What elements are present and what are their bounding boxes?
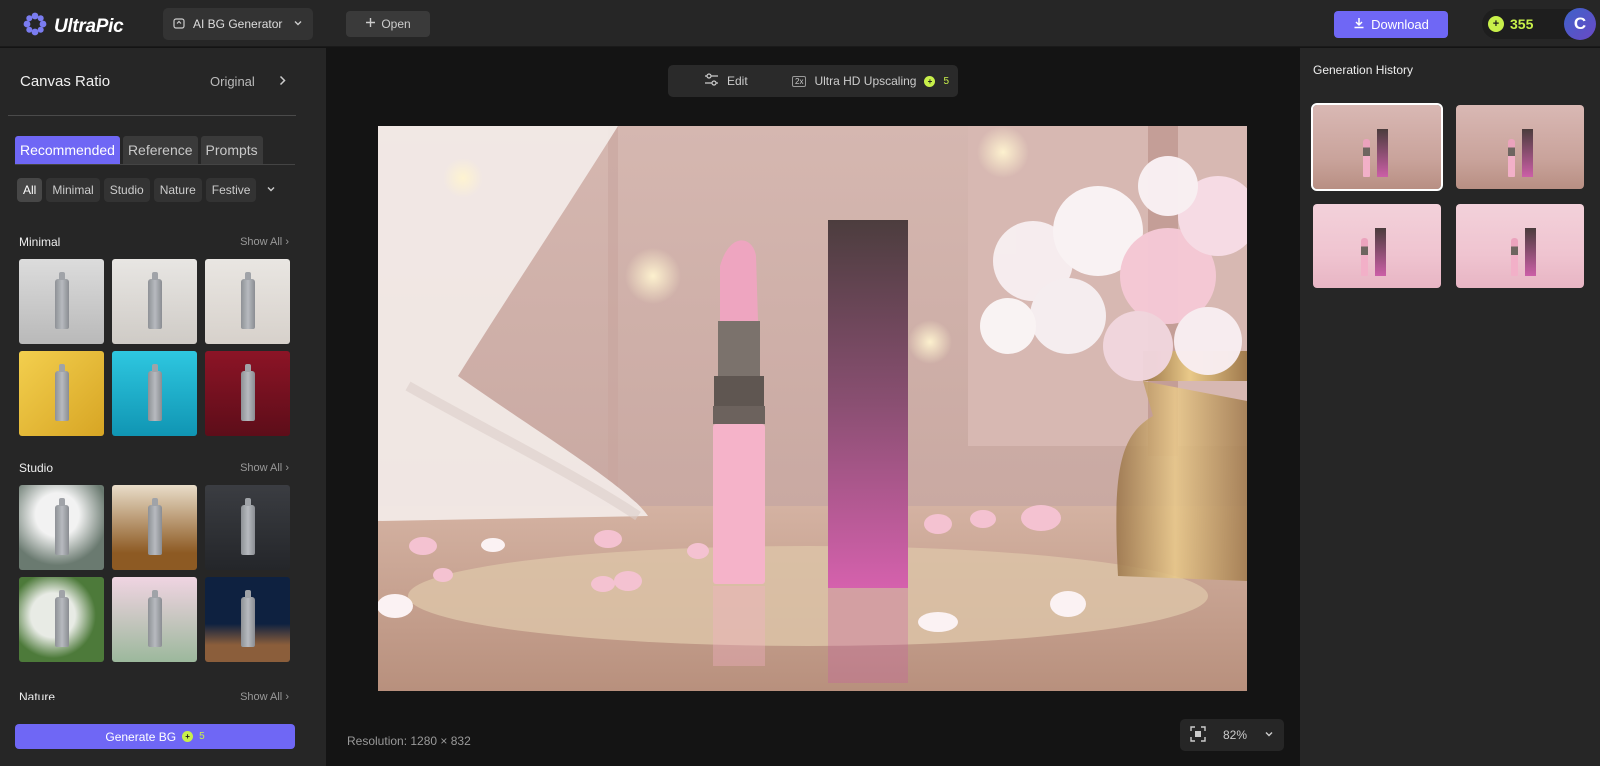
- credit-icon: +: [182, 731, 194, 742]
- template-thumbnail[interactable]: [112, 577, 197, 662]
- section-studio: Studio Show All ›: [19, 459, 290, 662]
- download-button[interactable]: Download: [1334, 11, 1448, 38]
- section-title: Studio: [19, 461, 54, 475]
- logo-icon: [22, 11, 48, 42]
- chip-festive[interactable]: Festive: [205, 178, 257, 202]
- credit-icon: +: [924, 75, 936, 87]
- show-all-link[interactable]: Show All ›: [240, 462, 289, 474]
- chip-nature[interactable]: Nature: [153, 178, 202, 202]
- logo[interactable]: UltraPic: [22, 11, 124, 42]
- template-thumbnail[interactable]: [112, 259, 197, 344]
- zoom-control[interactable]: 82%: [1180, 719, 1284, 751]
- upscale-cost: 5: [943, 75, 950, 87]
- chip-all[interactable]: All: [17, 178, 43, 202]
- generate-cost: 5: [199, 731, 205, 742]
- history-thumbnail[interactable]: [1311, 103, 1443, 191]
- tool-selector[interactable]: AI BG Generator: [163, 8, 313, 40]
- zoom-value: 82%: [1223, 728, 1248, 742]
- canvas-ratio-row[interactable]: Canvas Ratio Original: [8, 48, 296, 116]
- canvas-area: Edit 2x Ultra HD Upscaling + 5 Resolutio…: [326, 48, 1300, 766]
- section-title: Nature: [19, 690, 56, 700]
- section-title: Minimal: [19, 235, 61, 249]
- template-thumbnail[interactable]: [19, 485, 104, 570]
- history-thumbnail[interactable]: [1313, 204, 1441, 288]
- generate-bg-label: Generate BG: [105, 729, 177, 744]
- show-all-link[interactable]: Show All ›: [240, 691, 289, 700]
- sliders-icon: [704, 73, 719, 89]
- credits-count: 355: [1510, 16, 1534, 32]
- history-thumbnail[interactable]: [1456, 105, 1584, 189]
- generation-history-title: Generation History: [1313, 63, 1414, 77]
- generate-bg-button[interactable]: Generate BG + 5: [15, 724, 295, 749]
- chevron-right-icon: [278, 74, 287, 89]
- history-grid: [1311, 103, 1584, 288]
- section-nature: Nature Show All ›: [19, 688, 289, 700]
- tab-reference[interactable]: Reference: [122, 136, 198, 164]
- open-button[interactable]: Open: [346, 11, 430, 37]
- ultra-hd-upscaling-button[interactable]: 2x Ultra HD Upscaling + 5: [792, 74, 949, 88]
- template-thumbnail[interactable]: [19, 577, 104, 662]
- credit-icon: +: [1488, 16, 1504, 32]
- canvas-toolbar: Edit 2x Ultra HD Upscaling + 5: [668, 65, 958, 97]
- generated-image[interactable]: [378, 126, 1247, 691]
- category-chips: All Minimal Studio Nature Festive: [17, 178, 276, 202]
- history-thumbnail[interactable]: [1456, 204, 1584, 288]
- fit-screen-icon[interactable]: [1190, 725, 1206, 745]
- plus-icon: [365, 17, 376, 31]
- generator-icon: [173, 17, 185, 32]
- avatar[interactable]: C: [1564, 8, 1596, 40]
- template-thumbnail[interactable]: [112, 351, 197, 436]
- canvas-ratio-label: Canvas Ratio: [20, 73, 111, 90]
- chip-minimal[interactable]: Minimal: [46, 178, 100, 202]
- show-all-link[interactable]: Show All ›: [240, 236, 289, 248]
- section-minimal: Minimal Show All ›: [19, 233, 290, 436]
- template-thumbnail[interactable]: [112, 485, 197, 570]
- chip-studio[interactable]: Studio: [103, 178, 150, 202]
- tool-selector-label: AI BG Generator: [193, 17, 283, 31]
- template-tabs: Recommended Reference Prompts: [15, 136, 295, 165]
- download-icon: [1353, 17, 1365, 32]
- tab-recommended[interactable]: Recommended: [15, 136, 120, 164]
- credits-pill[interactable]: + 355 C: [1482, 8, 1596, 40]
- chevron-down-icon[interactable]: [1264, 728, 1274, 742]
- open-button-label: Open: [381, 17, 411, 31]
- app: UltraPic AI BG Generator Open Download +: [0, 0, 1600, 766]
- tab-prompts[interactable]: Prompts: [200, 136, 263, 164]
- template-thumbnail[interactable]: [205, 485, 290, 570]
- chevron-down-icon[interactable]: [266, 184, 276, 197]
- app-name: UltraPic: [54, 15, 124, 37]
- resolution-label: Resolution: 1280 × 832: [347, 734, 471, 748]
- template-thumbnail[interactable]: [205, 577, 290, 662]
- template-thumbnail[interactable]: [205, 351, 290, 436]
- edit-label: Edit: [727, 74, 748, 88]
- chevron-down-icon: [293, 17, 303, 31]
- upscale-badge: 2x: [792, 75, 807, 87]
- template-thumbnail[interactable]: [19, 351, 104, 436]
- template-thumbnail[interactable]: [205, 259, 290, 344]
- canvas-ratio-value: Original: [210, 74, 255, 89]
- left-panel: Canvas Ratio Original Recommended Refere…: [0, 48, 326, 766]
- upscale-label: Ultra HD Upscaling: [814, 74, 917, 88]
- top-bar: UltraPic AI BG Generator Open Download +: [0, 0, 1600, 47]
- edit-button[interactable]: Edit: [704, 73, 748, 89]
- template-thumbnail[interactable]: [19, 259, 104, 344]
- right-panel: Generation History: [1300, 48, 1600, 766]
- download-button-label: Download: [1371, 17, 1429, 32]
